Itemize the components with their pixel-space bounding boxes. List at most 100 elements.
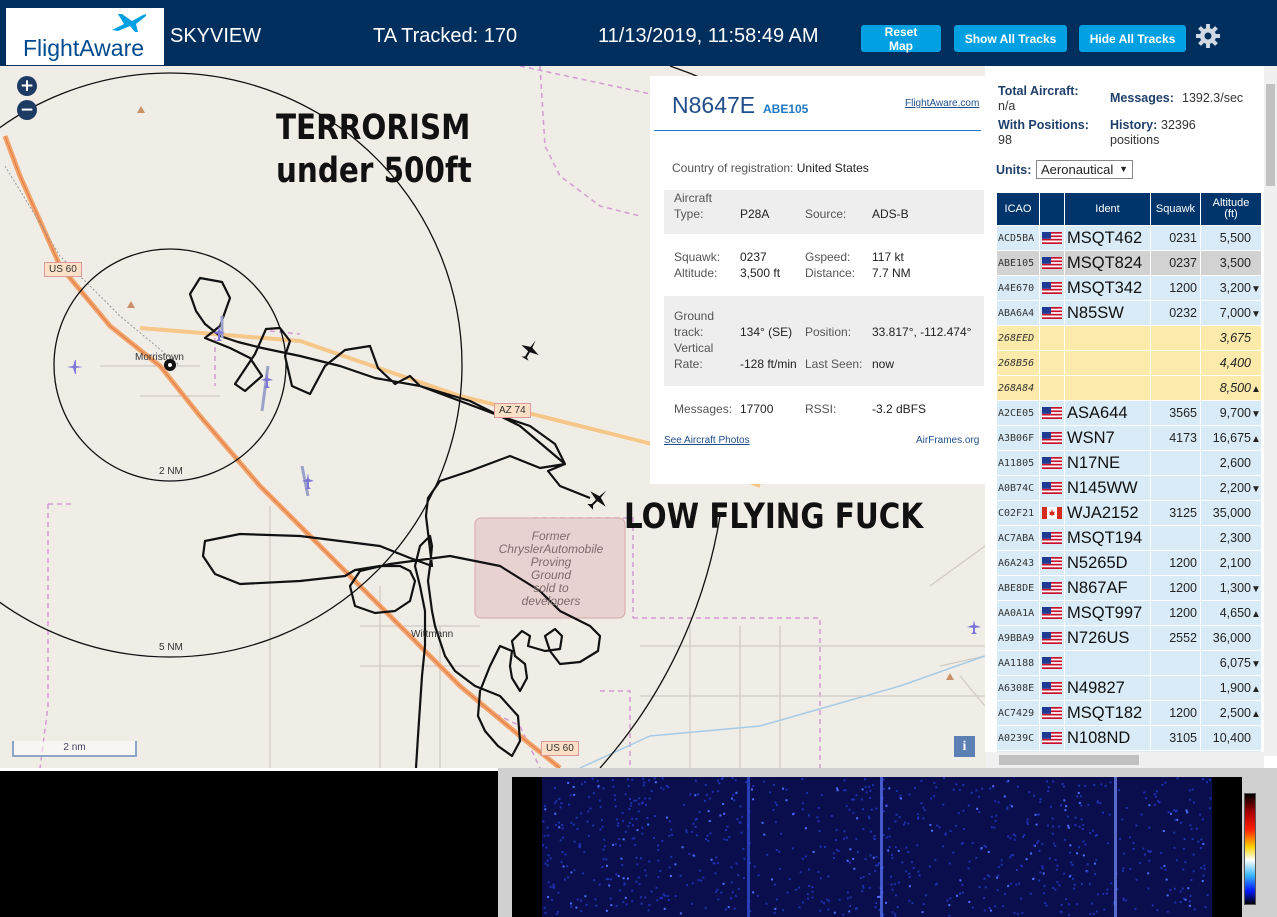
- table-row[interactable]: ACD5BA MSQT462 0231 5,500: [996, 225, 1261, 251]
- column-header-squawk[interactable]: Squawk: [1150, 192, 1201, 226]
- spectrogram-canvas: [542, 777, 1212, 917]
- table-row[interactable]: AA1188 6,075▼: [996, 650, 1261, 676]
- table-row[interactable]: 268B56 4,400: [996, 350, 1261, 376]
- detail-block-squawk: Squawk: 0237 Gspeed: 117 kt Altitude: 3,…: [664, 234, 984, 296]
- us-flag-icon: [1042, 306, 1062, 319]
- units-label: Units:: [996, 163, 1032, 177]
- altitude-value: 36,000: [1212, 631, 1251, 645]
- cell-icao: AC7ABA: [996, 525, 1040, 551]
- cell-flag: [1039, 625, 1065, 651]
- country-label: Country of registration:: [672, 161, 794, 175]
- hide-all-tracks-button[interactable]: Hide All Tracks: [1079, 25, 1186, 52]
- flightaware-logo[interactable]: FlightAware: [6, 8, 164, 65]
- cell-icao: AC7429: [996, 700, 1040, 726]
- range-label-5nm: 5 NM: [159, 642, 183, 653]
- flightaware-link[interactable]: FlightAware.com: [905, 98, 979, 109]
- column-header-ident[interactable]: Ident: [1064, 192, 1151, 226]
- show-all-tracks-button[interactable]: Show All Tracks: [954, 25, 1067, 52]
- reset-map-button[interactable]: Reset Map: [861, 25, 941, 53]
- spectrogram: [512, 777, 1242, 917]
- altitude-value: 3,200: [1219, 281, 1251, 295]
- table-row[interactable]: AC7ABA MSQT194 2,300: [996, 525, 1261, 551]
- cell-flag: [1039, 275, 1065, 301]
- table-row[interactable]: AC7429 MSQT182 1200 2,500▲: [996, 700, 1261, 726]
- cell-altitude: 3,200▼: [1200, 275, 1261, 301]
- zoom-in-button[interactable]: +: [17, 76, 37, 96]
- cell-icao: A3B06F: [996, 425, 1040, 451]
- road-label-us60: US 60: [541, 741, 579, 756]
- vrate-label: Rate:: [674, 357, 703, 371]
- altitude-value: 3,500: [1219, 256, 1251, 270]
- table-row[interactable]: A4E670 MSQT342 1200 3,200▼: [996, 275, 1261, 301]
- cell-ident: N867AF: [1064, 575, 1151, 601]
- last-seen-value: now: [872, 357, 895, 371]
- gspeed-value: 117 kt: [872, 250, 904, 264]
- aircraft-marker-icon[interactable]: [518, 338, 542, 362]
- table-row[interactable]: A3B06F WSN7 4173 16,675▲: [996, 425, 1261, 451]
- cell-altitude: 6,075▼: [1200, 650, 1261, 676]
- see-aircraft-photos-link[interactable]: See Aircraft Photos: [664, 435, 750, 446]
- last-seen-label: Last Seen:: [805, 357, 863, 371]
- cell-altitude: 4,400: [1200, 350, 1261, 376]
- column-header-altitude[interactable]: Altitude (ft): [1200, 192, 1261, 226]
- cell-ident: N108ND: [1064, 725, 1151, 751]
- table-row[interactable]: A6308E N49827 1,900▲: [996, 675, 1261, 701]
- column-header-icao[interactable]: ICAO: [996, 192, 1040, 226]
- cell-ident: [1064, 350, 1151, 376]
- selected-aircraft-icon[interactable]: [585, 486, 611, 512]
- aircraft-list-panel: Total Aircraft: n/a Messages: 1392.3/sec…: [985, 66, 1277, 768]
- cell-icao: AA0A1A: [996, 600, 1040, 626]
- altitude-trend-icon: ▲: [1251, 684, 1261, 695]
- table-row[interactable]: 268EED 3,675: [996, 325, 1261, 351]
- gtrack-label: track:: [674, 325, 704, 339]
- scrollbar-thumb[interactable]: [999, 755, 1139, 765]
- table-row[interactable]: ABE8DE N867AF 1200 1,300▼: [996, 575, 1261, 601]
- cell-ident: N49827: [1064, 675, 1151, 701]
- us-flag-icon: [1042, 656, 1062, 669]
- cell-squawk: [1150, 375, 1201, 401]
- column-header-flag[interactable]: [1039, 192, 1065, 226]
- range-label-2nm: 2 NM: [159, 466, 183, 477]
- table-row[interactable]: A0B74C N145WW 2,200▼: [996, 475, 1261, 501]
- aircraft-table-container[interactable]: ICAO Ident Squawk Altitude (ft) ACD5BA MS…: [996, 192, 1261, 752]
- airport-icon: [261, 372, 273, 388]
- table-row[interactable]: A0239C N108ND 3105 10,400: [996, 725, 1261, 751]
- horizontal-scrollbar[interactable]: [985, 752, 1264, 768]
- cell-ident: N145WW: [1064, 475, 1151, 501]
- aircraft-marker-icon[interactable]: [966, 619, 982, 635]
- table-row[interactable]: A6A243 N5265D 1200 2,100: [996, 550, 1261, 576]
- gear-icon[interactable]: [1195, 23, 1221, 49]
- cell-squawk: [1150, 350, 1201, 376]
- table-row[interactable]: A11805 N17NE 2,600: [996, 450, 1261, 476]
- altitude-value: 9,700: [1219, 406, 1251, 420]
- zoom-out-button[interactable]: −: [17, 100, 37, 120]
- us-flag-icon: [1042, 631, 1062, 644]
- scrollbar-thumb[interactable]: [1266, 84, 1275, 186]
- table-row[interactable]: 268A84 8,500▲: [996, 375, 1261, 401]
- cell-altitude: 2,100: [1200, 550, 1261, 576]
- table-row[interactable]: C02F21 WJA2152 3125 35,000: [996, 500, 1261, 526]
- table-row[interactable]: ABA6A4 N85SW 0232 7,000▼: [996, 300, 1261, 326]
- vertical-scrollbar[interactable]: [1264, 66, 1277, 756]
- map-info-button[interactable]: i: [954, 736, 975, 757]
- airframes-link[interactable]: AirFrames.org: [916, 435, 979, 446]
- units-select[interactable]: Aeronautical ▼: [1036, 160, 1133, 179]
- table-row[interactable]: A2CE05 ASA644 3565 9,700▼: [996, 400, 1261, 426]
- cell-altitude: 3,500: [1200, 250, 1261, 276]
- distance-value: 7.7 NM: [872, 266, 911, 280]
- table-row[interactable]: A9BBA9 N726US 2552 36,000: [996, 625, 1261, 651]
- skyview-app: FlightAware SKYVIEW TA Tracked: 170 11/1…: [0, 0, 1277, 917]
- table-row[interactable]: ABE105 MSQT824 0237 3,500: [996, 250, 1261, 276]
- total-aircraft-value: n/a: [998, 99, 1016, 113]
- road-label-az74: AZ 74: [494, 403, 531, 418]
- label-line: developers: [521, 594, 581, 608]
- altitude-value: 16,675: [1212, 431, 1251, 445]
- map-scale-bar: 2 nm: [12, 741, 137, 757]
- annotation-line-1: TERRORISM: [276, 108, 471, 148]
- cell-icao: A4E670: [996, 275, 1040, 301]
- altitude-value: 7,000: [1219, 306, 1251, 320]
- cell-altitude: 4,650▲: [1200, 600, 1261, 626]
- altitude-trend-icon: ▼: [1251, 284, 1261, 295]
- cell-squawk: [1150, 325, 1201, 351]
- table-row[interactable]: AA0A1A MSQT997 1200 4,650▲: [996, 600, 1261, 626]
